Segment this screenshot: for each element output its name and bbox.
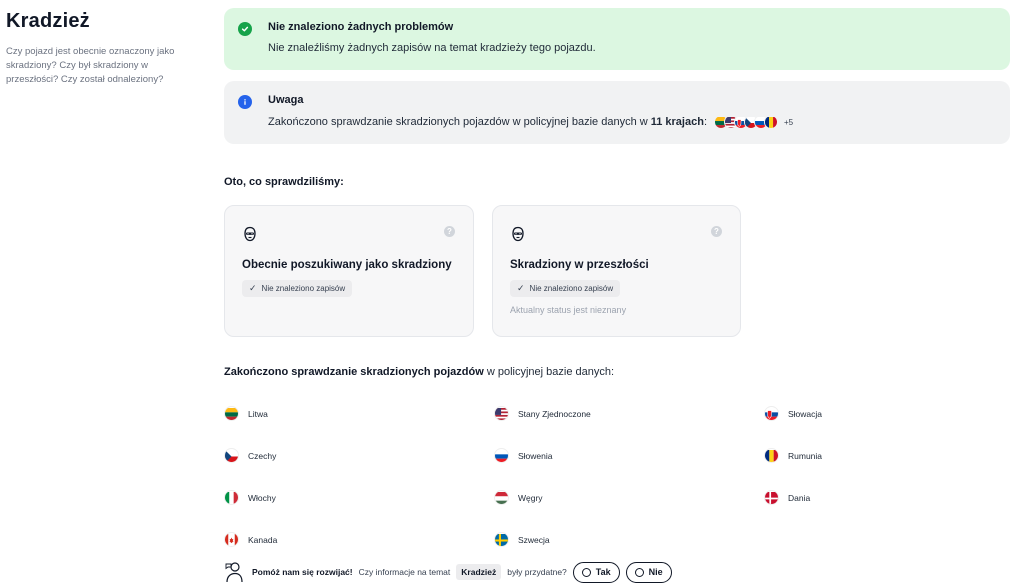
- section-description: Czy pojazd jest obecnie oznaczony jako s…: [6, 46, 175, 85]
- country-name: Dania: [788, 492, 811, 503]
- denmark-flag-icon: [764, 490, 779, 505]
- database-heading-rest: w policyjnej bazie danych:: [483, 366, 615, 378]
- romania-flag-icon: [764, 448, 779, 463]
- country-item: Słowenia: [494, 448, 553, 463]
- check-icon: ✓: [249, 283, 257, 293]
- country-name: Włochy: [248, 492, 276, 503]
- thief-mask-icon: [510, 226, 526, 246]
- info-icon: [238, 95, 252, 109]
- database-heading-bold: Zakończono sprawdzanie skradzionych poja…: [224, 366, 484, 378]
- help-icon[interactable]: ?: [711, 226, 722, 237]
- feedback-person-icon: [224, 561, 244, 583]
- italy-flag-icon: [224, 490, 239, 505]
- usa-flag-icon: [494, 406, 509, 421]
- main-content: Nie znaleziono żadnych problemów Nie zna…: [224, 8, 1010, 583]
- canada-flag-icon: [224, 532, 239, 547]
- country-item: Dania: [764, 490, 810, 505]
- country-item: Kanada: [224, 532, 277, 547]
- feedback-question: Czy informacje na temat: [358, 567, 451, 577]
- sweden-flag-icon: [494, 532, 509, 547]
- country-name: Rumunia: [788, 450, 823, 461]
- country-item: Słowacja: [764, 406, 822, 421]
- chip-label: Nie znaleziono zapisów: [529, 284, 614, 293]
- thief-mask-icon: [242, 226, 258, 246]
- success-alert: Nie znaleziono żadnych problemów Nie zna…: [224, 8, 1010, 70]
- feedback-question-end: były przydatne?: [507, 567, 567, 577]
- feedback-bar: Pomóż nam się rozwijać! Czy informacje n…: [224, 561, 672, 583]
- check-cards: ? Obecnie poszukiwany jako skradziony ✓ N…: [224, 205, 759, 337]
- sidebar: Kradzież Czy pojazd jest obecnie oznaczo…: [6, 10, 196, 87]
- country-name: Litwa: [248, 408, 268, 419]
- info-alert: Uwaga Zakończono sprawdzanie skradzionyc…: [224, 81, 1010, 144]
- country-name: Czechy: [248, 450, 277, 461]
- country-flag-stack[interactable]: +5: [714, 115, 793, 129]
- success-alert-title: Nie znaleziono żadnych problemów: [268, 21, 454, 33]
- no-records-chip: ✓ Nie znaleziono zapisów: [242, 280, 353, 297]
- lithuania-flag-icon: [224, 406, 239, 421]
- no-label: Nie: [648, 567, 663, 577]
- country-item: Czechy: [224, 448, 276, 463]
- info-alert-colon: :: [703, 116, 707, 128]
- info-alert-title: Uwaga: [268, 94, 304, 106]
- slovenia-flag-icon: [494, 448, 509, 463]
- no-records-chip: ✓ Nie znaleziono zapisów: [510, 280, 621, 297]
- check-card-stolen-past: ? Skradziony w przeszłości ✓ Nie znalezio…: [492, 205, 741, 337]
- help-icon[interactable]: ?: [444, 226, 455, 237]
- country-name: Węgry: [518, 492, 543, 503]
- country-item: Litwa: [224, 406, 268, 421]
- country-item: Włochy: [224, 490, 276, 505]
- feedback-topic: Kradzież: [456, 564, 502, 580]
- country-item: Stany Zjednoczone: [494, 406, 591, 421]
- smile-icon: [581, 567, 591, 577]
- country-item: Rumunia: [764, 448, 822, 463]
- country-name: Słowenia: [518, 450, 553, 461]
- more-countries-count: +5: [784, 117, 794, 127]
- checked-heading: Oto, co sprawdziliśmy:: [224, 176, 344, 188]
- country-item: Szwecja: [494, 532, 550, 547]
- info-alert-count: 11 krajach: [650, 116, 704, 128]
- database-heading: Zakończono sprawdzanie skradzionych poja…: [224, 366, 614, 378]
- country-list: Litwa Stany Zjednoczone Słowacja Czechy …: [224, 395, 1010, 565]
- frown-icon: [634, 567, 644, 577]
- feedback-help-text: Pomóż nam się rozwijać!: [252, 567, 353, 577]
- chip-label: Nie znaleziono zapisów: [261, 284, 346, 293]
- check-circle-icon: [238, 22, 252, 36]
- check-icon: ✓: [517, 283, 525, 293]
- no-button[interactable]: Nie: [625, 561, 672, 583]
- hungary-flag-icon: [494, 490, 509, 505]
- section-title: Kradzież: [6, 10, 90, 32]
- country-name: Kanada: [248, 534, 278, 545]
- info-alert-message: Zakończono sprawdzanie skradzionych poja…: [268, 115, 793, 129]
- romania-flag-icon: [764, 115, 778, 129]
- country-name: Szwecja: [518, 534, 550, 545]
- yes-label: Tak: [595, 567, 611, 577]
- info-alert-text: Zakończono sprawdzanie skradzionych poja…: [268, 116, 648, 128]
- slovakia-flag-icon: [764, 406, 779, 421]
- card-title: Obecnie poszukiwany jako skradziony: [242, 259, 452, 271]
- success-alert-message: Nie znaleźliśmy żadnych zapisów na temat…: [268, 42, 596, 54]
- yes-button[interactable]: Tak: [572, 561, 620, 583]
- check-card-currently-wanted: ? Obecnie poszukiwany jako skradziony ✓ N…: [224, 205, 474, 337]
- card-title: Skradziony w przeszłości: [510, 259, 649, 271]
- country-name: Stany Zjednoczone: [518, 408, 591, 419]
- country-name: Słowacja: [788, 408, 823, 419]
- status-note: Aktualny status jest nieznany: [510, 305, 627, 315]
- czech-flag-icon: [224, 448, 239, 463]
- country-item: Węgry: [494, 490, 543, 505]
